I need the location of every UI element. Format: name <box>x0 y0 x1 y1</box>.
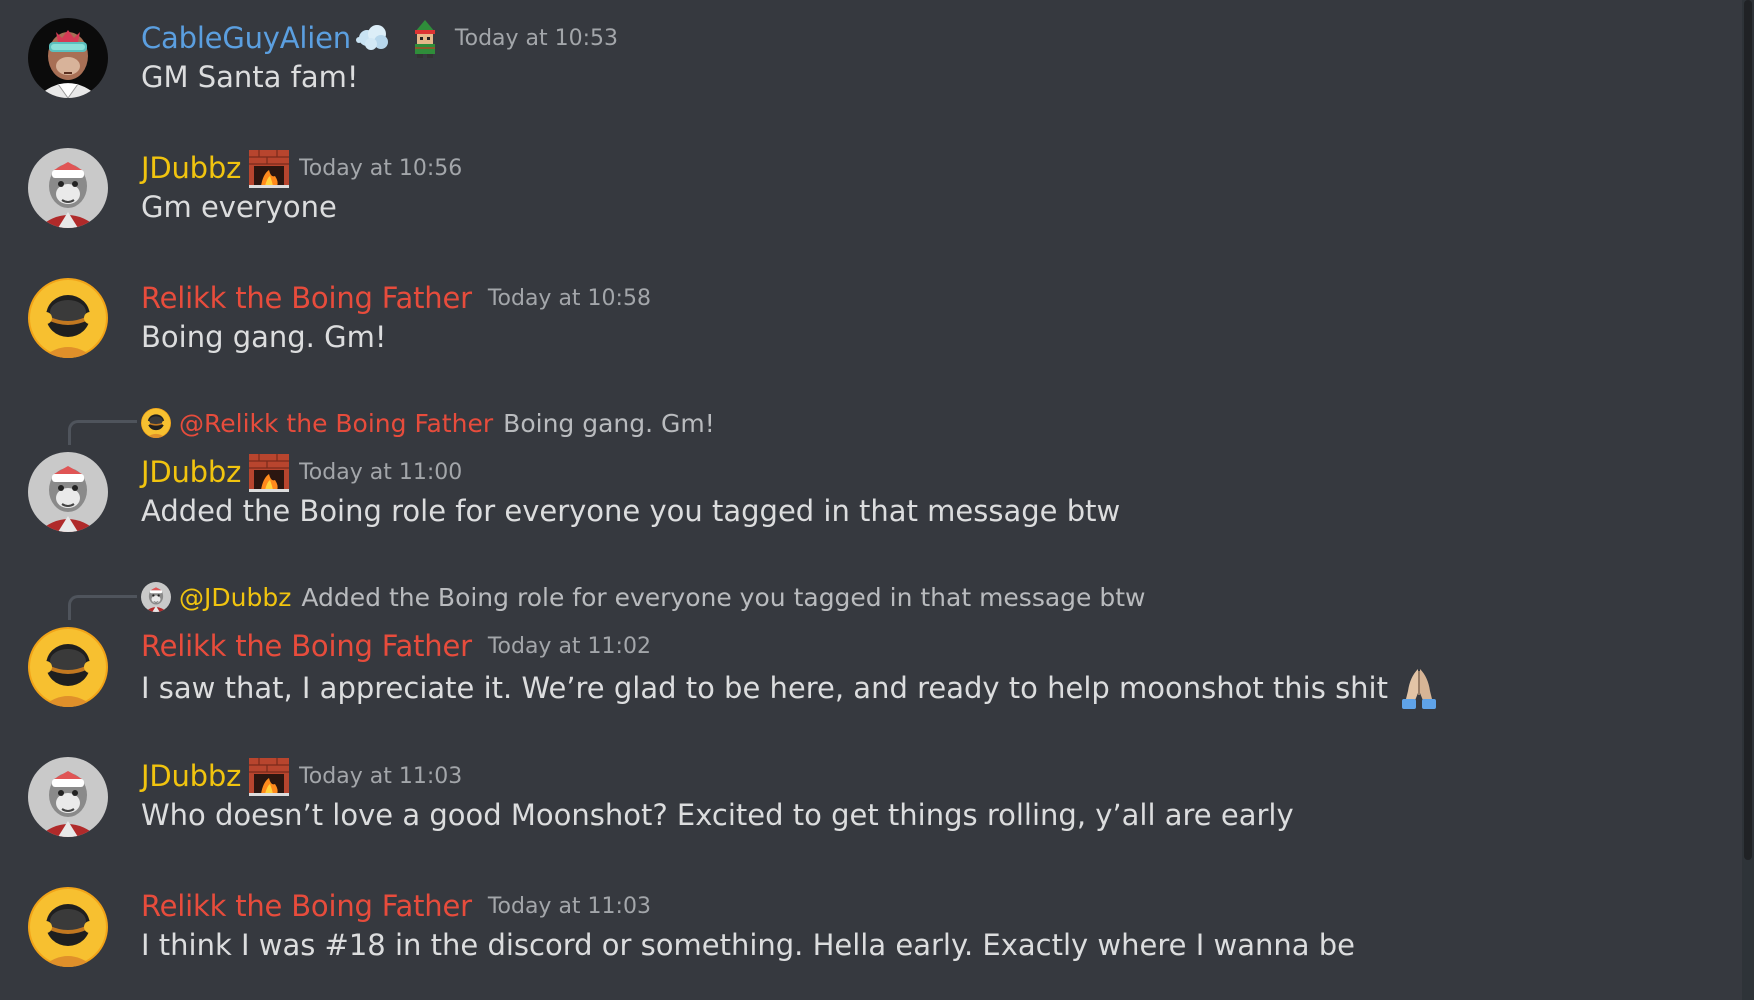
timestamp[interactable]: Today at 10:58 <box>488 286 651 311</box>
fireplace-icon <box>249 452 289 492</box>
message-text: Boing gang. Gm! <box>141 320 387 354</box>
scrollbar-thumb[interactable] <box>1744 0 1752 860</box>
username[interactable]: Relikk the Boing Father <box>141 281 472 315</box>
message-text: Who doesn’t love a good Moonshot? Excite… <box>141 798 1294 832</box>
avatar[interactable] <box>28 627 108 707</box>
fireplace-icon <box>249 148 289 188</box>
username[interactable]: JDubbz <box>141 455 241 489</box>
username[interactable]: Relikk the Boing Father <box>141 889 472 923</box>
reply-text[interactable]: Added the Boing role for everyone you ta… <box>301 583 1145 612</box>
timestamp[interactable]: Today at 10:53 <box>455 26 618 51</box>
reply-preview[interactable]: @Relikk the Boing Father Boing gang. Gm! <box>141 406 715 440</box>
avatar[interactable] <box>28 452 108 532</box>
message-text: I think I was #18 in the discord or some… <box>141 928 1355 962</box>
message-header: JDubbz Today at 11:00 <box>141 452 462 492</box>
reply-spine <box>68 420 137 445</box>
username[interactable]: JDubbz <box>141 759 241 793</box>
message-text-body: I saw that, I appreciate it. We’re glad … <box>141 671 1388 705</box>
reply-mention[interactable]: @Relikk the Boing Father <box>179 409 493 438</box>
reply-preview[interactable]: @JDubbz Added the Boing role for everyon… <box>141 580 1146 614</box>
message-text: I saw that, I appreciate it. We’re glad … <box>141 665 1442 711</box>
message-text: GM Santa fam! <box>141 60 359 94</box>
timestamp[interactable]: Today at 10:56 <box>299 156 462 181</box>
avatar[interactable] <box>28 887 108 967</box>
reply-spine <box>68 595 137 620</box>
message-header: JDubbz Today at 10:56 <box>141 148 462 188</box>
timestamp[interactable]: Today at 11:02 <box>488 634 651 659</box>
username[interactable]: JDubbz <box>141 151 241 185</box>
message-header: CableGuyAlien Today at 10:53 <box>141 18 618 58</box>
message-header: JDubbz Today at 11:03 <box>141 756 462 796</box>
timestamp[interactable]: Today at 11:03 <box>488 894 651 919</box>
message-text: Gm everyone <box>141 190 337 224</box>
message-text: Added the Boing role for everyone you ta… <box>141 494 1121 528</box>
elf-icon <box>405 18 445 58</box>
fireplace-icon <box>249 756 289 796</box>
avatar[interactable] <box>28 278 108 358</box>
username[interactable]: CableGuyAlien <box>141 21 351 55</box>
reply-avatar <box>141 582 171 612</box>
avatar[interactable] <box>28 757 108 837</box>
avatar[interactable] <box>28 18 108 98</box>
message-header: Relikk the Boing Father Today at 11:02 <box>141 626 651 666</box>
cloud-puff-icon <box>353 18 393 58</box>
scrollbar-track[interactable] <box>1742 0 1754 1000</box>
chat-message-list[interactable]: CableGuyAlien Today at 10:53 GM Santa fa… <box>0 0 1754 1000</box>
avatar[interactable] <box>28 148 108 228</box>
praying-hands-icon[interactable] <box>1396 665 1442 711</box>
reply-mention[interactable]: @JDubbz <box>179 583 291 612</box>
reply-avatar <box>141 408 171 438</box>
timestamp[interactable]: Today at 11:00 <box>299 460 462 485</box>
username[interactable]: Relikk the Boing Father <box>141 629 472 663</box>
message-header: Relikk the Boing Father Today at 11:03 <box>141 886 651 926</box>
message-header: Relikk the Boing Father Today at 10:58 <box>141 278 651 318</box>
reply-text[interactable]: Boing gang. Gm! <box>503 409 715 438</box>
timestamp[interactable]: Today at 11:03 <box>299 764 462 789</box>
